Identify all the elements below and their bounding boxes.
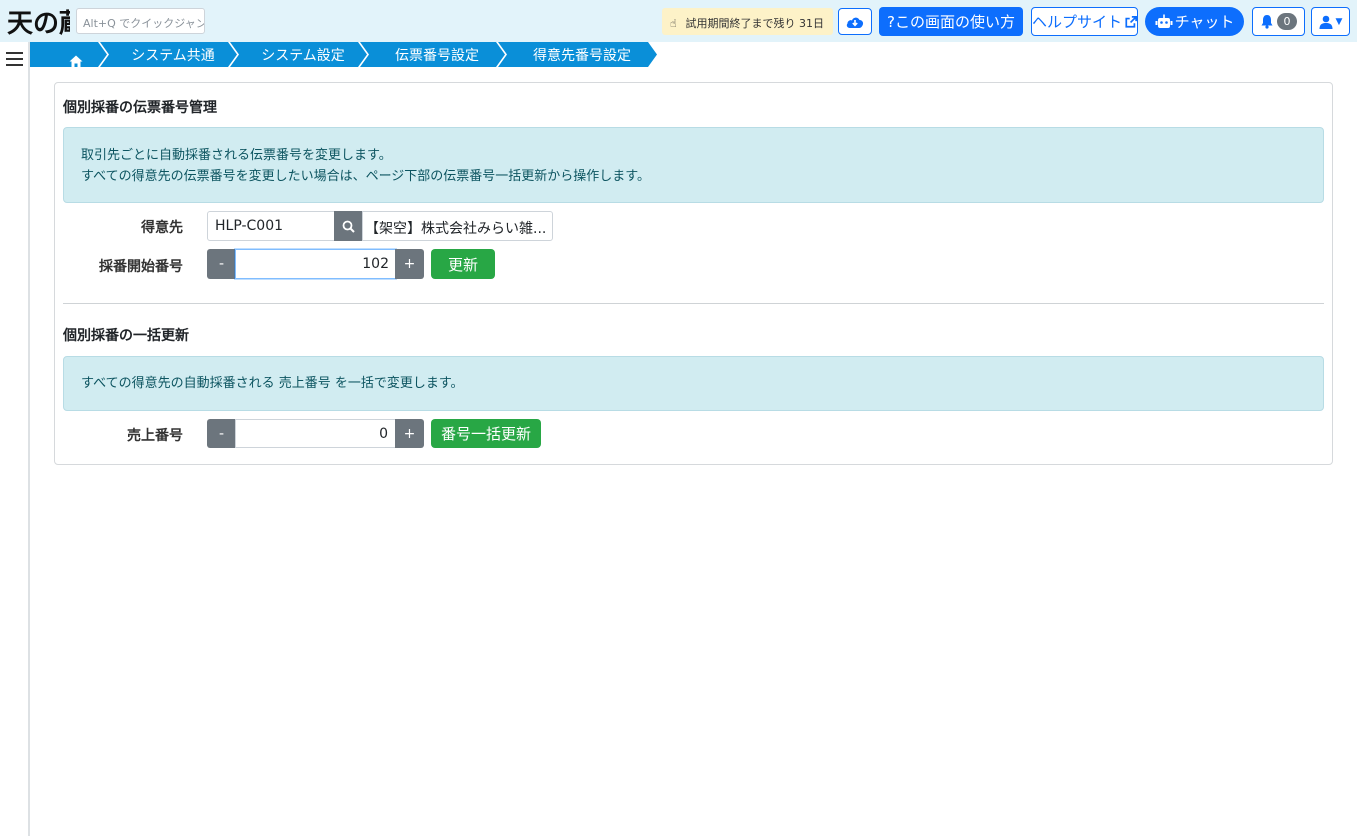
section1-info-alert: 取引先ごとに自動採番される伝票番号を変更します。 すべての得意先の伝票番号を変更… bbox=[63, 127, 1324, 203]
howto-button[interactable]: ?この画面の使い方 bbox=[879, 7, 1023, 36]
svg-text:天の蔵: 天の蔵 bbox=[7, 9, 70, 38]
help-site-label: ヘルプサイト bbox=[1032, 13, 1123, 31]
section2-info-text: すべての得意先の自動採番される 売上番号 を一括で変更します。 bbox=[81, 376, 464, 391]
breadcrumb-home[interactable] bbox=[30, 42, 108, 67]
hand-pointer-icon: ☝ bbox=[670, 17, 677, 30]
chevron-down-icon: ▼ bbox=[1335, 16, 1343, 27]
customer-label: 得意先 bbox=[141, 220, 183, 236]
section2-info-alert: すべての得意先の自動採番される 売上番号 を一括で変更します。 bbox=[63, 356, 1324, 411]
external-link-icon bbox=[1125, 15, 1137, 28]
sidebar bbox=[0, 42, 30, 836]
robot-icon bbox=[1155, 14, 1173, 28]
start-number-decrement-button[interactable]: - bbox=[207, 249, 236, 279]
settings-card: 個別採番の伝票番号管理 取引先ごとに自動採番される伝票番号を変更します。 すべて… bbox=[54, 82, 1333, 465]
bulk-update-button[interactable]: 番号一括更新 bbox=[431, 419, 541, 448]
app-logo[interactable]: 天の蔵 bbox=[6, 4, 85, 39]
quick-jump-input[interactable]: Alt+Q でクイックジャンプ bbox=[76, 8, 205, 34]
logo-image: 天の蔵 bbox=[7, 9, 85, 39]
trial-text: 試用期間終了まで残り 31日 bbox=[685, 17, 825, 30]
sales-number-decrement-button[interactable]: - bbox=[207, 419, 236, 448]
section1-info-line1: 取引先ごとに自動採番される伝票番号を変更します。 bbox=[81, 148, 392, 163]
start-number-label: 採番開始番号 bbox=[99, 259, 183, 275]
user-menu-button[interactable]: ▼ bbox=[1311, 7, 1350, 36]
customer-search-button[interactable] bbox=[334, 211, 363, 241]
customer-name-display: 【架空】株式会社みらい雑... bbox=[362, 211, 553, 241]
customer-code-input[interactable]: HLP-C001 bbox=[207, 211, 335, 241]
sales-number-input[interactable]: 0 bbox=[235, 419, 396, 448]
start-number-input[interactable]: 102 bbox=[235, 249, 396, 279]
help-site-button[interactable]: ヘルプサイト bbox=[1031, 7, 1138, 36]
download-cloud-icon bbox=[846, 17, 864, 28]
hamburger-icon[interactable] bbox=[6, 52, 23, 66]
user-icon bbox=[1319, 15, 1333, 29]
breadcrumb-item-system-settings[interactable]: システム設定 bbox=[230, 42, 368, 67]
start-number-increment-button[interactable]: + bbox=[395, 249, 424, 279]
notifications-button[interactable]: 0 bbox=[1252, 7, 1305, 36]
section2-title: 個別採番の一括更新 bbox=[63, 328, 189, 344]
trial-remaining-badge: ☝ 試用期間終了まで残り 31日 bbox=[662, 8, 833, 35]
section-divider bbox=[63, 303, 1324, 304]
breadcrumb-item-system-common[interactable]: システム共通 bbox=[100, 42, 238, 67]
search-icon bbox=[342, 220, 355, 233]
breadcrumb-item-customer-number-settings[interactable]: 得意先番号設定 bbox=[498, 42, 658, 67]
sales-number-increment-button[interactable]: + bbox=[395, 419, 424, 448]
top-bar: 天の蔵 Alt+Q でクイックジャンプ ☝ 試用期間終了まで残り 31日 ?この… bbox=[0, 0, 1357, 42]
chat-button[interactable]: チャット bbox=[1145, 7, 1244, 36]
download-button[interactable] bbox=[838, 8, 872, 35]
bell-icon bbox=[1261, 15, 1273, 29]
breadcrumb-item-slip-number-settings[interactable]: 伝票番号設定 bbox=[360, 42, 506, 67]
update-button[interactable]: 更新 bbox=[431, 249, 495, 279]
notification-count-badge: 0 bbox=[1277, 13, 1297, 30]
sales-number-label: 売上番号 bbox=[127, 428, 183, 444]
chat-label: チャット bbox=[1174, 13, 1235, 31]
section1-info-line2: すべての得意先の伝票番号を変更したい場合は、ページ下部の伝票番号一括更新から操作… bbox=[81, 169, 651, 184]
section1-title: 個別採番の伝票番号管理 bbox=[63, 100, 217, 116]
